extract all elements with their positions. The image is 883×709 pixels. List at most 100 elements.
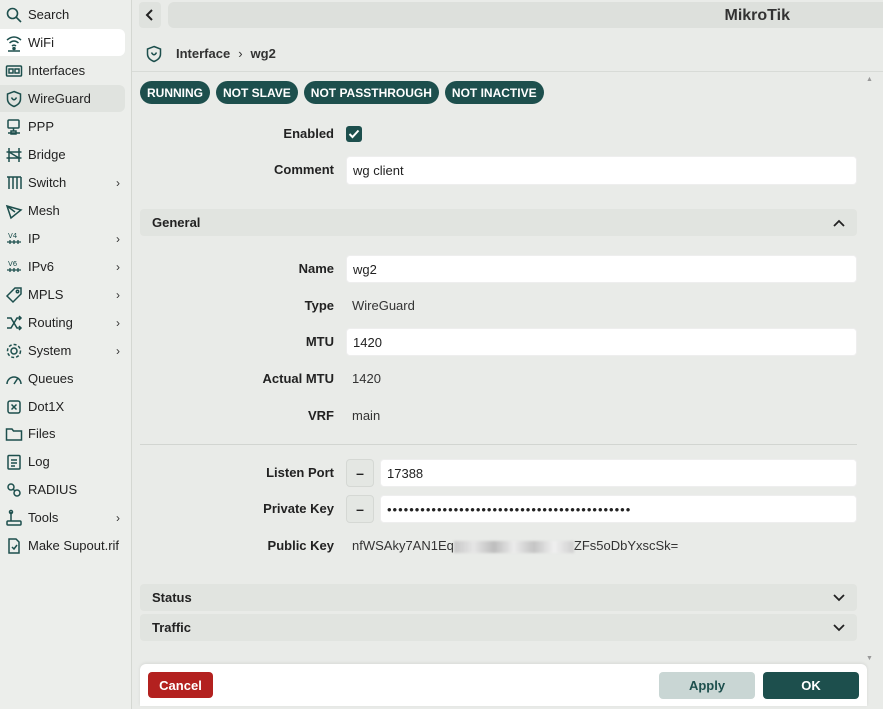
sidebar: Search WiFi Interfaces WireGuard PPP Bri… bbox=[0, 0, 132, 709]
actual-mtu-value: 1420 bbox=[352, 371, 381, 386]
apply-button[interactable]: Apply bbox=[659, 672, 755, 699]
footer-bar: Cancel Apply OK bbox=[140, 664, 867, 706]
chevron-up-icon bbox=[833, 219, 845, 227]
sidebar-item-wifi[interactable]: WiFi bbox=[0, 29, 125, 56]
sidebar-item-mpls[interactable]: MPLS › bbox=[0, 281, 125, 308]
traffic-section-header[interactable]: Traffic bbox=[140, 614, 857, 641]
sidebar-item-routing[interactable]: Routing › bbox=[0, 309, 125, 336]
comment-textarea[interactable]: wg client bbox=[346, 156, 857, 185]
sidebar-item-switch[interactable]: Switch › bbox=[0, 169, 125, 196]
radius-icon bbox=[0, 481, 28, 499]
routing-icon bbox=[0, 314, 28, 332]
minus-icon: – bbox=[356, 501, 364, 517]
sidebar-item-dot1x[interactable]: Dot1X bbox=[0, 393, 125, 420]
sidebar-item-tools[interactable]: Tools › bbox=[0, 504, 125, 531]
vrf-value: main bbox=[352, 408, 381, 423]
status-section-header[interactable]: Status bbox=[140, 584, 857, 611]
comment-value: wg client bbox=[353, 163, 404, 178]
wireguard-icon bbox=[0, 90, 28, 108]
gear-icon bbox=[0, 342, 28, 360]
private-key-label: Private Key bbox=[263, 501, 334, 516]
status-badge: NOT SLAVE bbox=[216, 81, 298, 104]
back-button[interactable] bbox=[139, 2, 161, 28]
chevron-right-icon: › bbox=[238, 46, 243, 61]
mtu-label: MTU bbox=[305, 334, 334, 349]
wifi-icon bbox=[0, 34, 28, 52]
chevron-right-icon: › bbox=[116, 175, 120, 190]
enabled-label: Enabled bbox=[283, 126, 334, 141]
sidebar-item-bridge[interactable]: Bridge bbox=[0, 141, 125, 168]
dot1x-icon bbox=[0, 398, 28, 416]
sidebar-item-files[interactable]: Files bbox=[0, 420, 125, 447]
chevron-right-icon: › bbox=[116, 259, 120, 274]
scrollbar[interactable] bbox=[867, 72, 873, 662]
search-icon bbox=[0, 6, 28, 24]
chevron-down-icon bbox=[833, 593, 845, 601]
divider bbox=[140, 444, 857, 445]
ppp-icon bbox=[0, 118, 28, 136]
status-badges: RUNNING NOT SLAVE NOT PASSTHROUGH NOT IN… bbox=[140, 81, 544, 104]
scroll-up-icon[interactable]: ▲ bbox=[866, 76, 873, 83]
folder-icon bbox=[0, 425, 28, 443]
minus-icon: – bbox=[356, 465, 364, 481]
chevron-right-icon: › bbox=[116, 231, 120, 246]
breadcrumb-parent[interactable]: Interface bbox=[176, 46, 230, 61]
chevron-right-icon: › bbox=[116, 287, 120, 302]
sidebar-item-search[interactable]: Search bbox=[0, 1, 125, 28]
private-key-value: ••••••••••••••••••••••••••••••••••••••••… bbox=[387, 501, 632, 517]
ipv4-icon: V4 bbox=[0, 230, 28, 248]
sidebar-item-ipv6[interactable]: V6 IPv6 › bbox=[0, 253, 125, 280]
queues-icon bbox=[0, 370, 28, 388]
log-icon bbox=[0, 453, 28, 471]
general-section-title: General bbox=[152, 215, 201, 230]
public-key-value: nfWSAky7AN1Eq ZFs5oDbYxscSk= bbox=[352, 538, 678, 553]
public-key-label: Public Key bbox=[267, 538, 334, 553]
app-title: MikroTik bbox=[724, 7, 791, 24]
sidebar-item-system[interactable]: System › bbox=[0, 337, 125, 364]
sidebar-item-queues[interactable]: Queues bbox=[0, 365, 125, 392]
svg-text:V4: V4 bbox=[8, 232, 18, 240]
enabled-checkbox[interactable] bbox=[346, 126, 362, 142]
breadcrumb: Interface › wg2 bbox=[132, 36, 883, 72]
chevron-right-icon: › bbox=[116, 510, 120, 525]
chevron-left-icon bbox=[145, 9, 153, 21]
comment-label: Comment bbox=[274, 162, 334, 177]
interfaces-icon bbox=[0, 62, 28, 80]
sidebar-item-ppp[interactable]: PPP bbox=[0, 113, 125, 140]
name-input[interactable]: wg2 bbox=[346, 255, 857, 283]
name-value: wg2 bbox=[353, 261, 377, 277]
mtu-input[interactable]: 1420 bbox=[346, 328, 857, 356]
ipv6-icon: V6 bbox=[0, 258, 28, 276]
type-value: WireGuard bbox=[352, 298, 415, 313]
status-badge: NOT INACTIVE bbox=[444, 81, 544, 104]
chevron-right-icon: › bbox=[116, 343, 120, 358]
sidebar-item-make-supout[interactable]: Make Supout.rif bbox=[0, 532, 125, 559]
private-key-input[interactable]: ••••••••••••••••••••••••••••••••••••••••… bbox=[380, 495, 857, 523]
tools-icon bbox=[0, 509, 28, 527]
sidebar-item-log[interactable]: Log bbox=[0, 448, 125, 475]
wireguard-icon bbox=[132, 45, 176, 63]
listen-port-input[interactable]: 17388 bbox=[380, 459, 857, 487]
private-key-remove-button[interactable]: – bbox=[346, 495, 374, 523]
scroll-down-icon[interactable]: ▼ bbox=[866, 655, 873, 662]
ok-button[interactable]: OK bbox=[763, 672, 859, 699]
traffic-section-title: Traffic bbox=[152, 620, 192, 635]
sidebar-item-radius[interactable]: RADIUS bbox=[0, 476, 125, 503]
bridge-icon bbox=[0, 146, 28, 164]
listen-port-remove-button[interactable]: – bbox=[346, 459, 374, 487]
supout-icon bbox=[0, 537, 28, 555]
switch-icon bbox=[0, 174, 28, 192]
mpls-icon bbox=[0, 286, 28, 304]
check-icon bbox=[348, 129, 360, 139]
sidebar-item-wireguard[interactable]: WireGuard bbox=[0, 85, 125, 112]
sidebar-item-mesh[interactable]: Mesh bbox=[0, 197, 125, 224]
general-section-header[interactable]: General bbox=[140, 209, 857, 236]
listen-port-value: 17388 bbox=[387, 465, 424, 481]
sidebar-item-interfaces[interactable]: Interfaces bbox=[0, 57, 125, 84]
title-bar: MikroTik bbox=[168, 2, 883, 28]
name-label: Name bbox=[298, 261, 334, 276]
cancel-button[interactable]: Cancel bbox=[148, 672, 213, 698]
public-key-prefix: nfWSAky7AN1Eq bbox=[352, 538, 454, 553]
sidebar-item-ip[interactable]: V4 IP › bbox=[0, 225, 125, 252]
chevron-right-icon: › bbox=[116, 315, 120, 330]
